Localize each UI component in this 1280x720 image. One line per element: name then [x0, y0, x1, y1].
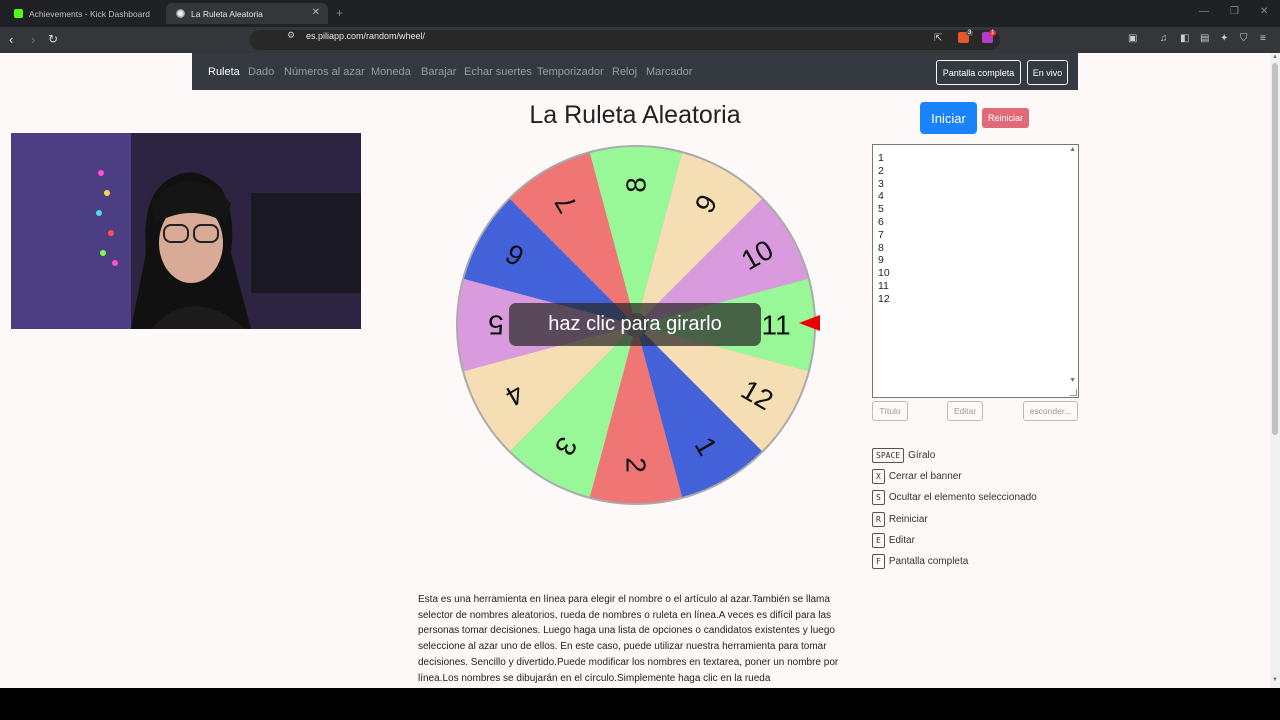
- minimize-icon[interactable]: —: [1199, 6, 1209, 17]
- spin-prompt-banner[interactable]: haz clic para girarlo: [509, 303, 761, 346]
- nav-numeros-al-azar[interactable]: Números al azar: [284, 66, 365, 78]
- shortcut-label: Gíralo: [908, 449, 936, 461]
- scroll-up-icon[interactable]: ▲: [1272, 54, 1278, 60]
- start-button[interactable]: Iniciar: [920, 102, 977, 134]
- shortcut-label: Ocultar el elemento seleccionado: [888, 491, 1037, 503]
- shortcut-f: F Pantalla completa: [872, 553, 968, 569]
- name-line: 6: [878, 215, 884, 228]
- scroll-down-icon[interactable]: ▼: [1272, 677, 1278, 683]
- shortcut-e: E Editar: [872, 532, 915, 548]
- reload-icon[interactable]: ↻: [48, 32, 58, 46]
- resize-handle-icon[interactable]: [1070, 389, 1077, 396]
- shortcut-key: E: [872, 532, 885, 548]
- site-info-icon[interactable]: ⚙: [287, 30, 295, 41]
- tab-title: Achievements - Kick Dashboard: [29, 8, 150, 19]
- name-line: 2: [878, 164, 884, 177]
- name-line: 10: [878, 267, 890, 280]
- edit-button[interactable]: Editar: [947, 401, 983, 421]
- leo-ai-icon[interactable]: ✦: [1220, 33, 1228, 44]
- url-text[interactable]: es.piliapp.com/random/wheel/: [306, 31, 425, 41]
- sidebar-icon[interactable]: ▣: [1128, 33, 1137, 44]
- nav-marcador[interactable]: Marcador: [646, 66, 692, 78]
- nav-ruleta[interactable]: Ruleta: [208, 66, 240, 78]
- scrollbar-thumb[interactable]: [1272, 63, 1278, 435]
- wheel-pointer-icon: [799, 315, 820, 331]
- name-line: 4: [878, 190, 884, 203]
- close-window-icon[interactable]: ✕: [1260, 6, 1268, 17]
- close-tab-icon[interactable]: ✕: [312, 7, 320, 18]
- page-content: Ruleta Dado Números al azar Moneda Baraj…: [0, 53, 1270, 688]
- wheel-segment-label: 11: [761, 310, 790, 341]
- name-line: 1: [878, 152, 884, 164]
- live-button[interactable]: En vivo: [1027, 60, 1068, 85]
- description-text: Esta es una herramienta en línea para el…: [418, 594, 839, 684]
- shortcut-x: X Cerrar el banner: [872, 468, 962, 484]
- kick-logo-icon: [14, 9, 23, 18]
- scroll-up-icon[interactable]: ▲: [1069, 146, 1076, 153]
- share-icon[interactable]: ⇱: [934, 33, 942, 44]
- forward-icon[interactable]: ›: [31, 32, 35, 47]
- shortcut-label: Pantalla completa: [888, 555, 969, 567]
- nav-reloj[interactable]: Reloj: [612, 66, 637, 78]
- name-line: 5: [878, 203, 884, 216]
- shortcut-key: X: [872, 468, 885, 484]
- browser-toolbar: ‹ › ↻ ⊡ ⚙ es.piliapp.com/random/wheel/ ⇱…: [0, 27, 1280, 53]
- tab-kick-dashboard[interactable]: Achievements - Kick Dashboard: [4, 3, 164, 24]
- title-button[interactable]: Título: [872, 401, 908, 421]
- shortcut-key: R: [872, 511, 885, 527]
- screen: Achievements - Kick Dashboard La Ruleta …: [0, 0, 1280, 720]
- shortcut-label: Reiniciar: [888, 513, 928, 525]
- wallet-icon[interactable]: ▤: [1200, 33, 1209, 44]
- name-line: 8: [878, 241, 884, 254]
- fullscreen-button[interactable]: Pantalla completa: [936, 60, 1021, 85]
- taskbar-strip: [0, 688, 1280, 720]
- reset-button[interactable]: Reiniciar: [982, 108, 1029, 128]
- name-line: 7: [878, 228, 884, 241]
- shortcut-label: Cerrar el banner: [888, 470, 962, 482]
- tab-ruleta-aleatoria[interactable]: La Ruleta Aleatoria ✕: [166, 3, 328, 24]
- name-line: 11: [878, 279, 889, 292]
- nav-moneda[interactable]: Moneda: [371, 66, 411, 78]
- scroll-down-icon[interactable]: ▼: [1069, 377, 1076, 384]
- back-icon[interactable]: ‹: [9, 32, 13, 47]
- menu-icon[interactable]: ≡: [1260, 33, 1266, 44]
- names-list: 1 2 3 4 5 6 7 8 9 10 11 12: [878, 152, 890, 306]
- hide-button[interactable]: esconder...: [1023, 401, 1078, 421]
- shortcut-key: F: [872, 553, 885, 569]
- nav-temporizador[interactable]: Temporizador: [537, 66, 604, 78]
- tab-title: La Ruleta Aleatoria: [191, 8, 263, 19]
- shortcut-label: Editar: [888, 534, 915, 546]
- name-line: 12: [878, 292, 890, 305]
- site-navbar: Ruleta Dado Números al azar Moneda Baraj…: [192, 53, 1078, 90]
- browser-tab-bar: Achievements - Kick Dashboard La Ruleta …: [0, 0, 1280, 27]
- new-tab-icon[interactable]: +: [336, 6, 343, 20]
- streamer-image: [11, 133, 361, 329]
- name-line: 9: [878, 254, 884, 267]
- wheel-segment-label: 2: [621, 457, 652, 473]
- maximize-icon[interactable]: ❐: [1230, 6, 1239, 17]
- name-line: 3: [878, 177, 884, 190]
- nav-barajar[interactable]: Barajar: [421, 66, 456, 78]
- shortcut-key: S: [872, 489, 885, 505]
- reading-list-icon[interactable]: ◧: [1180, 33, 1189, 44]
- webcam-overlay: [11, 133, 361, 329]
- nav-echar-suertes[interactable]: Echar suertes: [464, 66, 532, 78]
- shortcut-s: S Ocultar el elemento seleccionado: [872, 489, 1037, 505]
- nav-dado[interactable]: Dado: [248, 66, 274, 78]
- shortcut-key: SPACE: [872, 447, 905, 463]
- piliapp-logo-icon: [176, 9, 185, 18]
- shortcut-r: R Reiniciar: [872, 511, 928, 527]
- music-icon[interactable]: ♫: [1160, 33, 1168, 44]
- page-title: La Ruleta Aleatoria: [529, 101, 741, 129]
- names-textarea[interactable]: 1 2 3 4 5 6 7 8 9 10 11 12 ▲ ▼: [872, 144, 1079, 398]
- vpn-icon[interactable]: ⛉: [1240, 33, 1248, 44]
- page-scrollbar[interactable]: ▲ ▼: [1270, 53, 1280, 688]
- wheel-segment-label: 8: [621, 177, 652, 193]
- shortcut-space: SPACE Gíralo: [872, 447, 935, 463]
- wheel-segment-label: 5: [488, 310, 504, 341]
